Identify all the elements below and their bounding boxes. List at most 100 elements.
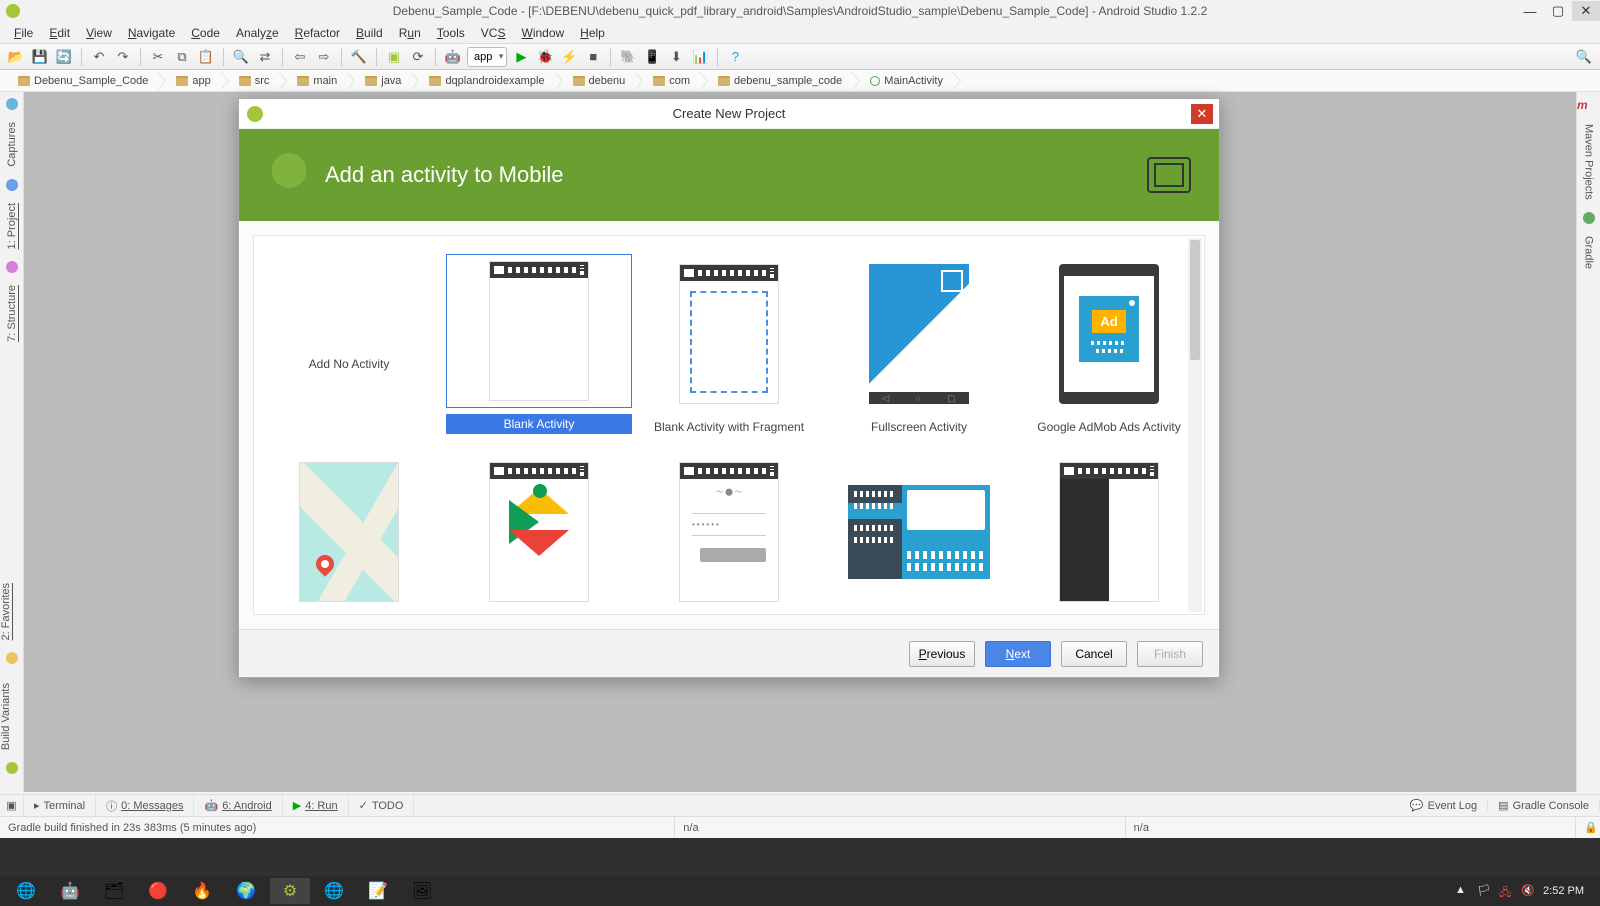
taskbar-app3-icon[interactable]: 🌐 xyxy=(314,878,354,904)
crumb-item[interactable]: MainActivity xyxy=(852,70,953,91)
activity-nav-drawer[interactable] xyxy=(1014,434,1204,615)
taskbar-androidstudio-icon[interactable]: ⚙ xyxy=(270,878,310,904)
copy-icon[interactable]: ⧉ xyxy=(172,47,192,67)
avd-manager-icon[interactable]: ▣ xyxy=(384,47,404,67)
taskbar-images-icon[interactable]: 🖼 xyxy=(402,878,442,904)
menu-code[interactable]: Code xyxy=(183,22,228,44)
crumb-item[interactable]: Debenu_Sample_Code xyxy=(0,70,158,91)
side-tab-gradle[interactable]: Gradle xyxy=(1583,236,1595,269)
debug-icon[interactable]: 🐞 xyxy=(535,47,555,67)
taskbar-ie-icon[interactable]: 🌐 xyxy=(6,878,46,904)
bottom-corner-icon[interactable]: ▣ xyxy=(0,795,24,816)
taskbar-app2-icon[interactable]: 🌍 xyxy=(226,878,266,904)
side-tab-maven[interactable]: Maven Projects xyxy=(1583,124,1595,200)
cancel-button[interactable]: Cancel xyxy=(1061,641,1127,667)
back-icon[interactable]: ⇦ xyxy=(290,47,310,67)
find-icon[interactable]: 🔍 xyxy=(231,47,251,67)
menu-tools[interactable]: Tools xyxy=(429,22,473,44)
star-icon[interactable] xyxy=(6,652,18,664)
crumb-item[interactable]: debenu xyxy=(555,70,636,91)
maven-icon[interactable]: m xyxy=(1577,98,1600,112)
tray-up-icon[interactable]: ▲ xyxy=(1455,884,1469,898)
tab-gradleconsole[interactable]: ▤ Gradle Console xyxy=(1488,799,1600,812)
activity-google-maps[interactable] xyxy=(254,434,444,615)
menu-navigate[interactable]: Navigate xyxy=(120,22,183,44)
menu-analyze[interactable]: Analyze xyxy=(228,22,287,44)
activity-play-services[interactable] xyxy=(444,434,634,615)
avd-icon[interactable]: 📱 xyxy=(642,47,662,67)
paste-icon[interactable]: 📋 xyxy=(196,47,216,67)
tray-sound-icon[interactable]: 🔇 xyxy=(1521,884,1535,898)
maximize-button[interactable]: ▢ xyxy=(1544,1,1572,21)
menu-view[interactable]: View xyxy=(78,22,120,44)
project-icon[interactable] xyxy=(6,179,18,191)
menu-help[interactable]: Help xyxy=(572,22,613,44)
taskbar-notes-icon[interactable]: 📝 xyxy=(358,878,398,904)
sync-icon[interactable]: 🔄 xyxy=(54,47,74,67)
android-icon[interactable] xyxy=(6,762,18,774)
lock-icon[interactable]: 🔒 xyxy=(1575,817,1592,838)
monitor-icon[interactable]: 📊 xyxy=(690,47,710,67)
tray-network-icon[interactable]: 🖧 xyxy=(1499,884,1513,898)
crumb-item[interactable]: com xyxy=(635,70,700,91)
tab-android[interactable]: 🤖 6: Android xyxy=(194,795,282,816)
menu-edit[interactable]: Edit xyxy=(41,22,78,44)
structure-icon[interactable] xyxy=(6,261,18,273)
forward-icon[interactable]: ⇨ xyxy=(314,47,334,67)
taskbar-android-icon[interactable]: 🤖 xyxy=(50,878,90,904)
help-icon[interactable]: ? xyxy=(725,47,745,67)
menu-vcs[interactable]: VCS xyxy=(473,22,514,44)
tab-todo[interactable]: ✓ TODO xyxy=(349,795,415,816)
crumb-item[interactable]: java xyxy=(347,70,411,91)
taskbar-app-icon[interactable]: 🔥 xyxy=(182,878,222,904)
activity-add-no-activity[interactable]: Add No Activity xyxy=(254,236,444,434)
next-button[interactable]: Next xyxy=(985,641,1051,667)
undo-icon[interactable]: ↶ xyxy=(89,47,109,67)
activity-fullscreen[interactable]: ◁○▢ Fullscreen Activity xyxy=(824,236,1014,434)
sync-project-icon[interactable]: 🐘 xyxy=(618,47,638,67)
activity-blank-fragment[interactable]: Blank Activity with Fragment xyxy=(634,236,824,434)
open-icon[interactable]: 📂 xyxy=(6,47,26,67)
menu-run[interactable]: Run xyxy=(391,22,429,44)
tab-run[interactable]: ▶ 4: Run xyxy=(283,795,349,816)
cut-icon[interactable]: ✂ xyxy=(148,47,168,67)
crumb-item[interactable]: dqplandroidexample xyxy=(411,70,554,91)
previous-button[interactable]: Previous xyxy=(909,641,975,667)
tray-time[interactable]: 2:52 PM xyxy=(1543,885,1584,897)
taskbar-explorer-icon[interactable]: 🗂 xyxy=(94,878,134,904)
run-config-dropdown[interactable]: app xyxy=(467,47,507,67)
activity-login[interactable]: ～ ⬤ ～•••••• xyxy=(634,434,824,615)
crumb-item[interactable]: debenu_sample_code xyxy=(700,70,852,91)
tab-eventlog[interactable]: 💬 Event Log xyxy=(1400,799,1488,812)
crumb-item[interactable]: main xyxy=(279,70,347,91)
close-button[interactable]: ✕ xyxy=(1572,1,1600,21)
side-tab-favorites[interactable]: 2: Favorites xyxy=(0,583,12,640)
sync-gradle-icon[interactable]: ⟳ xyxy=(408,47,428,67)
tab-terminal[interactable]: ▸ Terminal xyxy=(24,795,96,816)
make-icon[interactable]: 🔨 xyxy=(349,47,369,67)
menu-build[interactable]: Build xyxy=(348,22,391,44)
attach-icon[interactable]: ⚡ xyxy=(559,47,579,67)
taskbar-chrome-icon[interactable]: 🔴 xyxy=(138,878,178,904)
tab-messages[interactable]: ⓘ 0: Messages xyxy=(96,795,194,816)
replace-icon[interactable]: ⇄ xyxy=(255,47,275,67)
dialog-close-button[interactable]: ✕ xyxy=(1191,104,1213,124)
gradle-icon[interactable] xyxy=(1583,212,1595,224)
activity-admob[interactable]: Ad Google AdMob Ads Activity xyxy=(1014,236,1204,434)
crumb-item[interactable]: src xyxy=(221,70,280,91)
sdk-manager-icon[interactable]: ⬇ xyxy=(666,47,686,67)
side-tab-buildvariants[interactable]: Build Variants xyxy=(0,683,12,750)
menu-window[interactable]: Window xyxy=(513,22,572,44)
side-tab-captures[interactable]: Captures xyxy=(6,122,18,167)
stop-icon[interactable]: ■ xyxy=(583,47,603,67)
menu-file[interactable]: File xyxy=(6,22,41,44)
run-icon[interactable]: ▶ xyxy=(511,47,531,67)
android-icon[interactable]: 🤖 xyxy=(443,47,463,67)
camera-icon[interactable] xyxy=(6,98,18,110)
tray-flag-icon[interactable]: 🏳 xyxy=(1477,884,1491,898)
crumb-item[interactable]: app xyxy=(158,70,220,91)
grid-scrollbar[interactable] xyxy=(1188,238,1202,612)
search-everywhere-icon[interactable]: 🔍 xyxy=(1574,47,1594,67)
menu-refactor[interactable]: Refactor xyxy=(287,22,348,44)
activity-master-detail[interactable] xyxy=(824,434,1014,615)
